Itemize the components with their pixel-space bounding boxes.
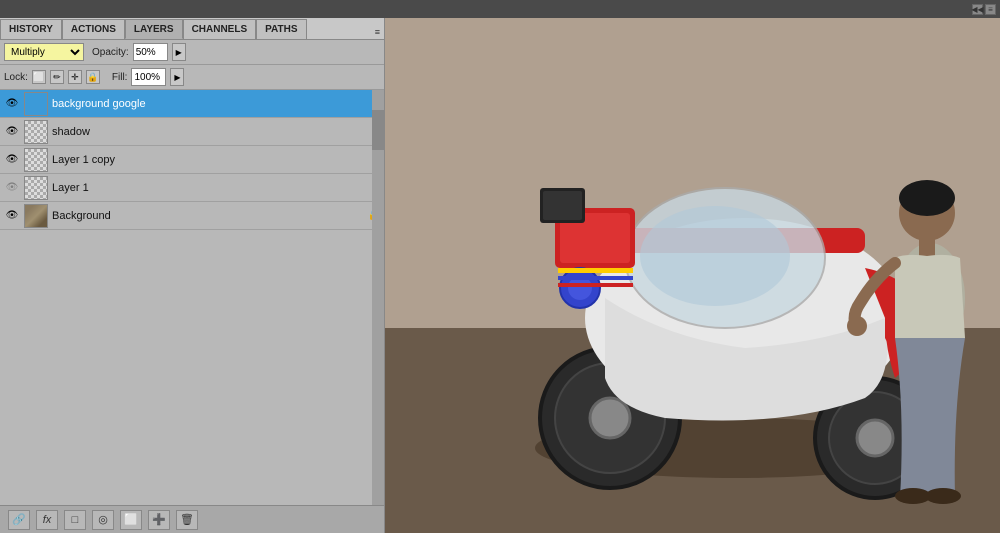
layer-name-layer1: Layer 1 xyxy=(52,182,380,194)
scrollbar-thumb[interactable] xyxy=(372,110,384,150)
panel-options-btn[interactable]: ≡ xyxy=(373,25,382,39)
layer-thumbnail-layer1 xyxy=(24,176,48,200)
layer-thumbnail-background-google xyxy=(24,92,48,116)
layer-visibility-background[interactable]: 👁 xyxy=(4,208,20,224)
layers-bottom-toolbar: 🔗 fx □ ◎ ⬜ ➕ 🗑 xyxy=(0,505,384,533)
fill-input[interactable] xyxy=(131,68,166,86)
main-content: HISTORY ACTIONS LAYERS CHANNELS PATHS ≡ … xyxy=(0,18,1000,533)
add-mask-btn[interactable]: □ xyxy=(64,510,86,530)
layers-blend-row: Multiply Normal Screen Overlay Opacity: … xyxy=(0,40,384,65)
link-layers-btn[interactable]: 🔗 xyxy=(8,510,30,530)
layer-visibility-layer1copy[interactable]: 👁 xyxy=(4,152,20,168)
layer-name-background-google: background google xyxy=(52,98,380,110)
layer-thumbnail-background xyxy=(24,204,48,228)
layer-item-background[interactable]: 👁 Background 🔒 xyxy=(0,202,384,230)
tab-layers[interactable]: LAYERS xyxy=(125,19,183,39)
layers-lock-row: Lock: ⬜ ✏ ✛ 🔒 Fill: ▶ xyxy=(0,65,384,90)
tab-paths[interactable]: PATHS xyxy=(256,19,306,39)
title-bar-controls[interactable]: ◀◀ ≡ xyxy=(972,4,996,15)
lock-image-btn[interactable]: ✏ xyxy=(50,70,64,84)
lock-transparent-btn[interactable]: ⬜ xyxy=(32,70,46,84)
layer-name-background: Background xyxy=(52,210,364,222)
panel-tabs: HISTORY ACTIONS LAYERS CHANNELS PATHS ≡ xyxy=(0,18,384,40)
layer-visibility-layer1[interactable]: 👁 xyxy=(4,180,20,196)
layers-scrollbar[interactable] xyxy=(372,90,384,505)
layer-thumbnail-shadow xyxy=(24,120,48,144)
layer-item-layer1[interactable]: 👁 Layer 1 xyxy=(0,174,384,202)
layer-visibility-background-google[interactable]: 👁 xyxy=(4,96,20,112)
new-layer-btn[interactable]: ➕ xyxy=(148,510,170,530)
opacity-arrow-btn[interactable]: ▶ xyxy=(172,43,186,61)
layer-name-layer1copy: Layer 1 copy xyxy=(52,154,380,166)
canvas-svg xyxy=(385,18,1000,533)
title-bar: ◀◀ ≡ xyxy=(0,0,1000,18)
lock-all-btn[interactable]: 🔒 xyxy=(86,70,100,84)
layer-name-shadow: shadow xyxy=(52,126,380,138)
photo-canvas xyxy=(385,18,1000,533)
adjustment-layer-btn[interactable]: ◎ xyxy=(92,510,114,530)
lock-position-btn[interactable]: ✛ xyxy=(68,70,82,84)
layer-thumbnail-layer1copy xyxy=(24,148,48,172)
opacity-label: Opacity: xyxy=(92,47,129,58)
layer-visibility-shadow[interactable]: 👁 xyxy=(4,124,20,140)
fill-label: Fill: xyxy=(112,72,128,83)
layers-list: 👁 background google 👁 shadow 👁 Layer 1 c… xyxy=(0,90,384,505)
tab-actions[interactable]: ACTIONS xyxy=(62,19,125,39)
menu-btn[interactable]: ≡ xyxy=(985,4,996,15)
opacity-input[interactable] xyxy=(133,43,168,61)
layer-styles-btn[interactable]: fx xyxy=(36,510,58,530)
fill-arrow-btn[interactable]: ▶ xyxy=(170,68,184,86)
delete-layer-btn[interactable]: 🗑 xyxy=(176,510,198,530)
new-group-btn[interactable]: ⬜ xyxy=(120,510,142,530)
collapse-btn[interactable]: ◀◀ xyxy=(972,4,983,15)
layer-item-layer1copy[interactable]: 👁 Layer 1 copy xyxy=(0,146,384,174)
blend-mode-select[interactable]: Multiply Normal Screen Overlay xyxy=(4,43,84,61)
tab-history[interactable]: HISTORY xyxy=(0,19,62,39)
lock-label: Lock: xyxy=(4,72,28,83)
tab-channels[interactable]: CHANNELS xyxy=(183,19,257,39)
canvas-area xyxy=(385,18,1000,533)
layers-panel: HISTORY ACTIONS LAYERS CHANNELS PATHS ≡ … xyxy=(0,18,385,533)
layer-item-shadow[interactable]: 👁 shadow xyxy=(0,118,384,146)
layer-item-background-google[interactable]: 👁 background google xyxy=(0,90,384,118)
